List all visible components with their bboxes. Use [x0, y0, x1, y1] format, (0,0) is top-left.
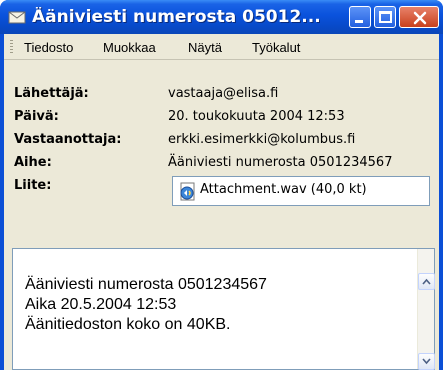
message-window: Ääniviesti numerosta 05012... Tiedosto M…	[0, 0, 443, 370]
message-body[interactable]: Ääniviesti numerosta 0501234567 Aika 20.…	[12, 248, 435, 370]
attachment-field[interactable]: Attachment.wav (40,0 kt)	[172, 176, 430, 206]
scroll-up-button[interactable]	[418, 273, 435, 290]
header-value-subject: Ääniviesti numerosta 0501234567	[168, 155, 393, 170]
maximize-icon	[379, 11, 392, 23]
menu-tiedosto[interactable]: Tiedosto	[24, 40, 73, 55]
minimize-icon	[355, 20, 363, 23]
close-button[interactable]	[399, 6, 439, 28]
message-text: Ääniviesti numerosta 0501234567 Aika 20.…	[25, 275, 267, 335]
header-value-from: vastaaja@elisa.fi	[168, 86, 279, 101]
message-headers: Lähettäjä: vastaaja@elisa.fi Päivä: 20. …	[4, 61, 439, 247]
scroll-down-button[interactable]	[418, 353, 435, 370]
chevron-up-icon	[422, 278, 431, 285]
header-label-subject: Aihe:	[14, 155, 52, 170]
menu-bar: Tiedosto Muokkaa Näytä Työkalut	[4, 34, 439, 60]
attachment-label: Attachment.wav (40,0 kt)	[200, 182, 367, 197]
envelope-icon	[8, 9, 26, 25]
menu-muokkaa[interactable]: Muokkaa	[103, 40, 156, 55]
maximize-button[interactable]	[374, 6, 396, 28]
minimize-button[interactable]	[349, 6, 371, 28]
header-label-attachment: Liite:	[14, 178, 52, 193]
window-title: Ääniviesti numerosta 05012...	[32, 7, 321, 27]
menu-nayta[interactable]: Näytä	[188, 40, 222, 55]
vertical-scrollbar[interactable]	[417, 249, 435, 370]
client-area: Tiedosto Muokkaa Näytä Työkalut Lähettäj…	[4, 34, 439, 370]
menu-tyokalut[interactable]: Työkalut	[252, 40, 300, 55]
chevron-down-icon	[422, 358, 431, 365]
close-icon	[413, 11, 427, 25]
header-value-to: erkki.esimerkki@kolumbus.fi	[168, 132, 356, 147]
body-line: Äänitiedoston koko on 40KB.	[25, 316, 231, 333]
title-bar[interactable]: Ääniviesti numerosta 05012...	[0, 0, 443, 34]
header-label-date: Päivä:	[14, 109, 59, 124]
header-label-from: Lähettäjä:	[14, 86, 89, 101]
body-line: Ääniviesti numerosta 0501234567	[25, 276, 267, 293]
header-label-to: Vastaanottaja:	[14, 132, 122, 147]
header-value-date: 20. toukokuuta 2004 12:53	[168, 109, 345, 124]
wav-file-icon	[178, 182, 198, 202]
menu-grip[interactable]	[10, 40, 13, 54]
body-line: Aika 20.5.2004 12:53	[25, 296, 177, 313]
